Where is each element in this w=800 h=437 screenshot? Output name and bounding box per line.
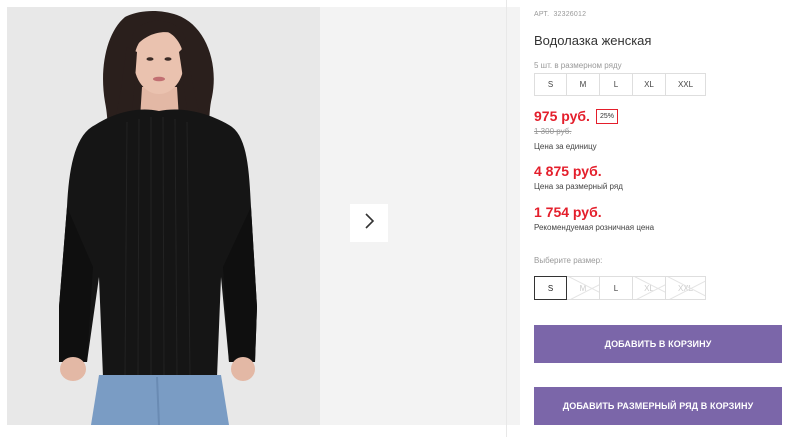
retail-price: 1 754 руб. <box>534 204 602 220</box>
chevron-right-icon <box>363 212 375 234</box>
size-option-m[interactable]: M <box>566 276 600 300</box>
pack-size-s: S <box>534 73 567 96</box>
pack-size-xxl: XXL <box>665 73 706 96</box>
gallery-next-button[interactable] <box>350 204 388 242</box>
unit-price: 975 руб. <box>534 108 590 124</box>
column-divider <box>506 0 507 437</box>
discount-badge: 25% <box>595 108 618 124</box>
old-price: 1 300 руб. <box>534 127 572 136</box>
pack-note: 5 шт. в размерном ряду <box>534 61 622 70</box>
unit-price-row: 975 руб. 25% <box>534 108 618 124</box>
sku-label: АРТ. <box>534 11 550 18</box>
sku: АРТ. 32326012 <box>534 11 588 18</box>
product-title: Водолазка женская <box>534 33 652 48</box>
unit-price-caption: Цена за единицу <box>534 142 597 151</box>
pack-price-caption: Цена за размерный ряд <box>534 182 623 191</box>
pack-size-l: L <box>599 73 633 96</box>
sku-value: 32326012 <box>553 11 587 18</box>
size-option-s[interactable]: S <box>534 276 567 300</box>
product-gallery <box>7 7 520 425</box>
size-option-l[interactable]: L <box>599 276 633 300</box>
pack-size-m: M <box>566 73 600 96</box>
size-option-xxl[interactable]: XXL <box>665 276 706 300</box>
retail-price-caption: Рекомендуемая розничная цена <box>534 223 655 232</box>
product-photo[interactable] <box>7 7 320 425</box>
size-option-xl[interactable]: XL <box>632 276 666 300</box>
pack-sizes: S M L XL XXL <box>534 73 706 96</box>
size-select-label: Выберите размер: <box>534 256 603 265</box>
size-selector: S M L XL XXL <box>534 276 706 300</box>
add-pack-to-cart-button[interactable]: ДОБАВИТЬ РАЗМЕРНЫЙ РЯД В КОРЗИНУ <box>534 387 782 425</box>
pack-price: 4 875 руб. <box>534 163 602 179</box>
pack-size-xl: XL <box>632 73 666 96</box>
add-to-cart-button[interactable]: ДОБАВИТЬ В КОРЗИНУ <box>534 325 782 363</box>
